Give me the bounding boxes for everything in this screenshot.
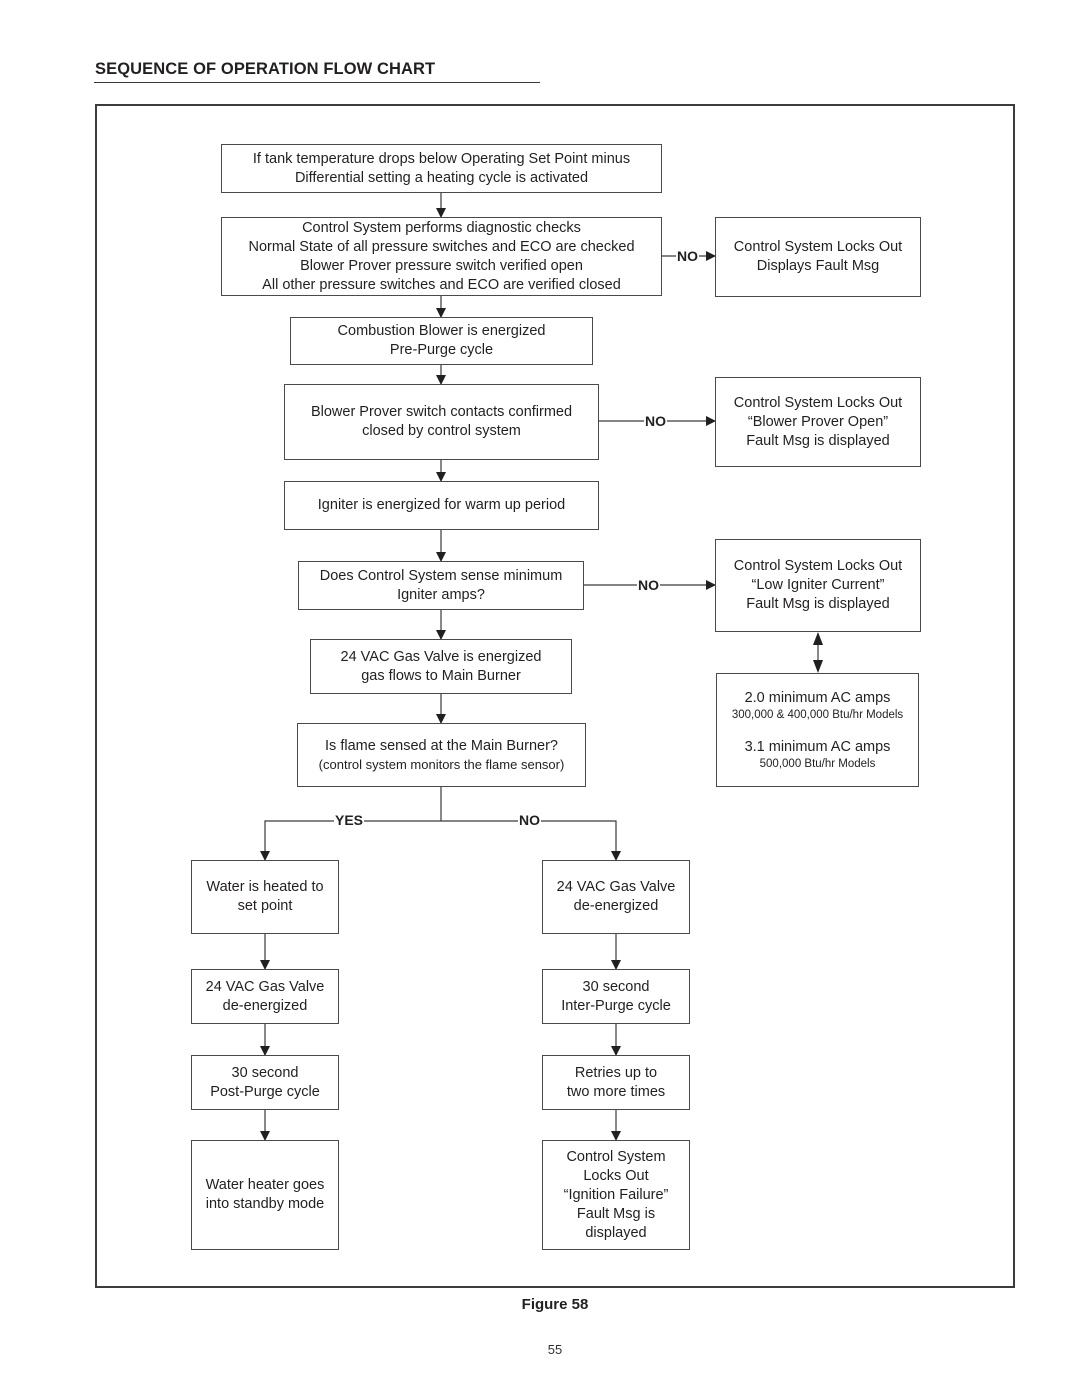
box-gas-valve-energized: 24 VAC Gas Valve is energized gas flows … — [310, 639, 572, 694]
box-text: Does Control System sense minimum — [319, 567, 563, 584]
page-number: 55 — [547, 1342, 563, 1357]
box-text: set point — [237, 898, 293, 914]
box-text: Fault Msg is displayed — [746, 596, 890, 612]
box-text: All other pressure switches and ECO are … — [262, 276, 621, 293]
double-arrow-head-up — [813, 632, 823, 645]
box-igniter-amps-info: 2.0 minimum AC amps 300,000 & 400,000 Bt… — [716, 673, 919, 787]
box-text: Blower Prover switch contacts confirmed — [310, 404, 573, 420]
box-text: Water is heated to — [206, 879, 324, 895]
box-text: Control System performs diagnostic check… — [302, 219, 581, 236]
box-lockout-ignition-failure: Control System Locks Out “Ignition Failu… — [542, 1140, 690, 1250]
box-text: Differential setting a heating cycle is … — [294, 169, 589, 186]
box-text: “Low Igniter Current” — [751, 577, 885, 593]
box-text: Locks Out — [583, 1167, 649, 1184]
box-text: 24 VAC Gas Valve is energized — [340, 648, 542, 665]
box-text: into standby mode — [205, 1196, 325, 1212]
box-text: Control System Locks Out — [733, 558, 903, 574]
box-text: de-energized — [573, 898, 659, 914]
box-text: Control System Locks Out — [733, 394, 903, 411]
box-text: closed by control system — [362, 423, 521, 439]
box-igniter-amps-check: Does Control System sense minimum Ignite… — [298, 561, 584, 610]
box-inter-purge: 30 second Inter-Purge cycle — [542, 969, 690, 1024]
box-flame-sensed-check: Is flame sensed at the Main Burner? (con… — [297, 723, 586, 787]
box-lockout-fault-msg: Control System Locks Out Displays Fault … — [715, 217, 921, 297]
amps-models-500: 500,000 Btu/hr Models — [759, 758, 876, 770]
figure-caption: Figure 58 — [521, 1296, 589, 1313]
box-text: Displays Fault Msg — [756, 258, 880, 274]
box-text: Igniter amps? — [397, 586, 485, 603]
box-text: Igniter is energized for warm up period — [317, 497, 566, 513]
amps-value-500: 3.1 minimum AC amps — [744, 739, 891, 755]
box-igniter-energized: Igniter is energized for warm up period — [284, 481, 599, 530]
box-text: Water heater goes — [205, 1177, 325, 1193]
box-text: Blower Prover pressure switch verified o… — [300, 257, 583, 274]
box-text: two more times — [566, 1083, 666, 1100]
box-text: “Blower Prover Open” — [747, 413, 889, 430]
box-text: 24 VAC Gas Valve — [205, 978, 325, 995]
box-retries: Retries up to two more times — [542, 1055, 690, 1110]
box-no-gas-valve-deenergized: 24 VAC Gas Valve de-energized — [542, 860, 690, 934]
box-text: Retries up to — [574, 1064, 658, 1081]
box-text: displayed — [585, 1224, 647, 1241]
box-text: 30 second — [231, 1064, 299, 1081]
box-text: Inter-Purge cycle — [561, 997, 671, 1014]
box-text: Fault Msg is displayed — [746, 432, 890, 449]
label-no-prover: NO — [644, 413, 667, 429]
label-no-flame: NO — [518, 812, 541, 828]
box-blower-prover-check: Blower Prover switch contacts confirmed … — [284, 384, 599, 460]
label-yes-flame: YES — [334, 812, 365, 828]
box-text: Combustion Blower is energized — [337, 323, 546, 339]
double-arrow-head-down — [813, 660, 823, 673]
box-text: Post-Purge cycle — [210, 1083, 320, 1100]
box-text: “Ignition Failure” — [563, 1186, 669, 1203]
box-text: Is flame sensed at the Main Burner? — [325, 738, 558, 754]
box-lockout-low-igniter: Control System Locks Out “Low Igniter Cu… — [715, 539, 921, 632]
box-text: Control System — [566, 1148, 666, 1165]
box-lockout-blower-prover: Control System Locks Out “Blower Prover … — [715, 377, 921, 467]
box-text: 24 VAC Gas Valve — [556, 879, 676, 895]
box-text: Normal State of all pressure switches an… — [248, 238, 635, 255]
box-post-purge: 30 second Post-Purge cycle — [191, 1055, 339, 1110]
box-text: (control system monitors the flame senso… — [318, 757, 565, 772]
box-diagnostic-checks: Control System performs diagnostic check… — [221, 217, 662, 296]
box-text: Fault Msg is — [576, 1205, 656, 1222]
box-text: gas flows to Main Burner — [361, 667, 521, 684]
box-yes-gas-valve-deenergized: 24 VAC Gas Valve de-energized — [191, 969, 339, 1024]
box-text: Pre-Purge cycle — [389, 342, 494, 358]
label-no-diagnostics: NO — [676, 248, 699, 264]
box-text: If tank temperature drops below Operatin… — [252, 150, 631, 167]
label-no-igniter: NO — [637, 577, 660, 593]
box-start-heating-cycle: If tank temperature drops below Operatin… — [221, 144, 662, 193]
box-standby-mode: Water heater goes into standby mode — [191, 1140, 339, 1250]
box-combustion-blower: Combustion Blower is energized Pre-Purge… — [290, 317, 593, 365]
box-text: de-energized — [222, 997, 308, 1014]
box-water-heated: Water is heated to set point — [191, 860, 339, 934]
amps-value-300-400: 2.0 minimum AC amps — [744, 690, 891, 706]
box-text: 30 second — [582, 978, 650, 995]
box-text: Control System Locks Out — [733, 239, 903, 255]
amps-models-300-400: 300,000 & 400,000 Btu/hr Models — [731, 709, 904, 721]
